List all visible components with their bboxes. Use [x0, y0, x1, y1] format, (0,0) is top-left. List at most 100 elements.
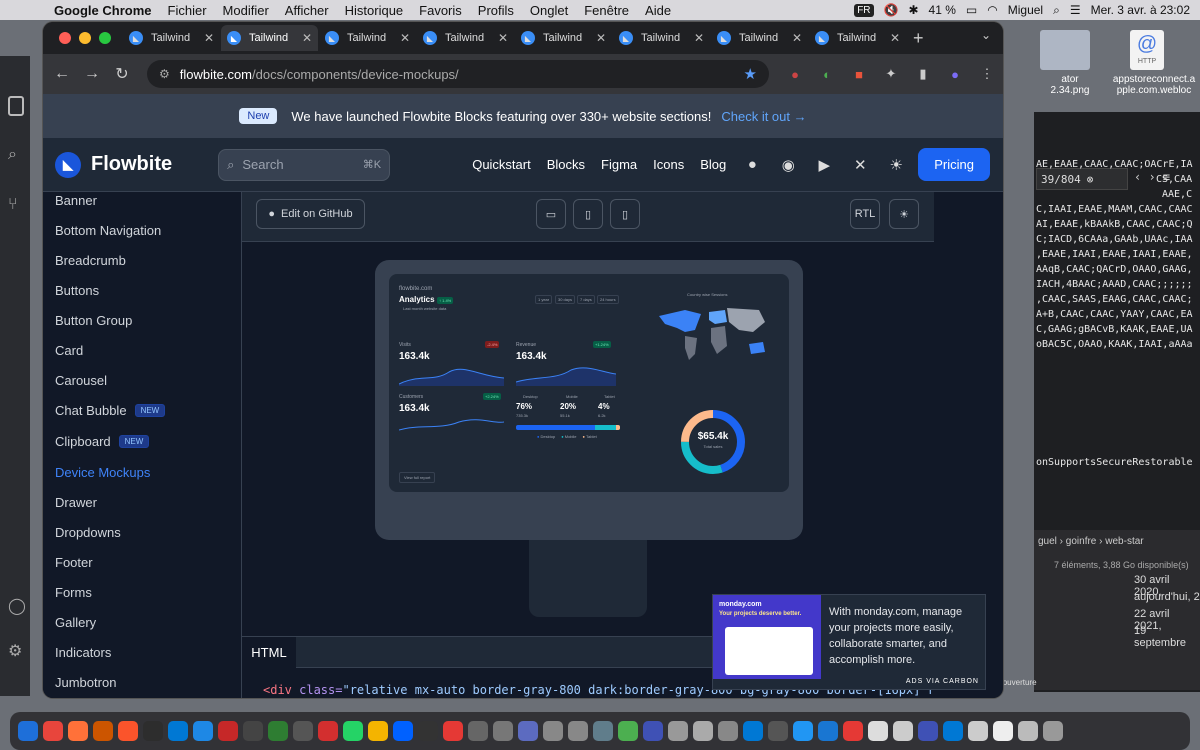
close-tab-icon[interactable]: ✕ — [204, 31, 214, 45]
sidebar-item-dropdowns[interactable]: Dropdowns — [55, 522, 121, 542]
nav-link-blog[interactable]: Blog — [700, 157, 726, 172]
dock-app-icon[interactable] — [243, 721, 263, 741]
nav-link-quickstart[interactable]: Quickstart — [472, 157, 531, 172]
site-logo[interactable]: ◣ Flowbite — [55, 151, 172, 178]
carbon-ad[interactable]: monday.com Your projects deserve better.… — [712, 594, 986, 690]
dock-app-icon[interactable] — [1018, 721, 1038, 741]
sidebar-item-clipboard[interactable]: Clipboard NEW — [55, 431, 150, 451]
close-tab-icon[interactable]: ✕ — [498, 31, 508, 45]
x-twitter-icon[interactable]: ✕ — [850, 156, 870, 174]
desktop-file-label[interactable]: appstoreconnect.a pple.com.webloc — [1104, 74, 1200, 96]
image-file-icon[interactable] — [1040, 30, 1090, 70]
menu-item[interactable]: Fenêtre — [584, 3, 629, 18]
extensions-puzzle-icon[interactable]: ✦ — [877, 64, 905, 84]
control-center-icon[interactable]: ☰ — [1070, 3, 1081, 17]
sidebar-item-card[interactable]: Card — [55, 340, 83, 360]
close-tab-icon[interactable]: ✕ — [792, 31, 802, 45]
sidebar-item-breadcrumb[interactable]: Breadcrumb — [55, 250, 126, 270]
ad-image[interactable]: monday.com Your projects deserve better. — [713, 595, 821, 679]
dock-app-icon[interactable] — [843, 721, 863, 741]
dock-app-icon[interactable] — [768, 721, 788, 741]
finder-path-bar[interactable]: guel › goinfre › web-star — [1038, 536, 1144, 547]
search-input[interactable]: ⌕ Search ⌘K — [218, 148, 391, 181]
dock-app-icon[interactable] — [193, 721, 213, 741]
back-arrow-icon[interactable]: ← — [47, 65, 77, 83]
browser-tab[interactable]: ◣ Tailwind ✕ — [809, 25, 906, 51]
side-panel-icon[interactable]: ▮ — [909, 64, 937, 84]
extension-icon[interactable]: ■ — [845, 64, 873, 84]
more-menu-icon[interactable]: ⋮ — [973, 64, 1001, 84]
menu-item[interactable]: Afficher — [285, 3, 329, 18]
sidebar-item-carousel[interactable]: Carousel — [55, 370, 107, 390]
theme-toggle-sun-icon[interactable]: ☀ — [886, 156, 906, 174]
extension-icon[interactable]: ◐ — [813, 64, 841, 84]
sidebar-item-jumbotron[interactable]: Jumbotron — [55, 672, 116, 692]
site-info-icon[interactable]: ⚙ — [159, 67, 170, 81]
reload-icon[interactable]: ↻ — [107, 64, 137, 84]
sidebar-item-drawer[interactable]: Drawer — [55, 492, 97, 512]
sidebar-item-button-group[interactable]: Button Group — [55, 310, 132, 330]
dock-app-icon[interactable] — [393, 721, 413, 741]
close-tab-icon[interactable]: ✕ — [890, 31, 900, 45]
sidebar-item-chat-bubble[interactable]: Chat Bubble NEW — [55, 400, 166, 420]
search-icon[interactable]: ⌕ — [1053, 3, 1060, 18]
sidebar-item-buttons[interactable]: Buttons — [55, 280, 99, 300]
battery-percent[interactable]: 41 % — [929, 3, 956, 17]
user-name[interactable]: Miguel — [1008, 3, 1043, 17]
menu-item[interactable]: Modifier — [223, 3, 269, 18]
dock-app-icon[interactable] — [993, 721, 1013, 741]
dock-app-icon[interactable] — [743, 721, 763, 741]
edit-on-github-button[interactable]: ● Edit on GitHub — [256, 199, 365, 229]
menu-item[interactable]: Aide — [645, 3, 671, 18]
dock-app-icon[interactable] — [718, 721, 738, 741]
browser-tab[interactable]: ◣ Tailwind ✕ — [319, 25, 416, 51]
dock-app-icon[interactable] — [893, 721, 913, 741]
menu-item[interactable]: Favoris — [419, 3, 462, 18]
nav-link-blocks[interactable]: Blocks — [547, 157, 585, 172]
desktop-view-button[interactable]: ▭ — [536, 199, 566, 229]
browser-tab[interactable]: ◣ Tailwind ✕ — [711, 25, 808, 51]
dock-app-icon[interactable] — [118, 721, 138, 741]
sidebar-item-bottom-navigation[interactable]: Bottom Navigation — [55, 220, 161, 240]
dock-app-icon[interactable] — [818, 721, 838, 741]
close-tab-icon[interactable]: ✕ — [596, 31, 606, 45]
address-bar[interactable]: ⚙ flowbite.com/docs/components/device-mo… — [147, 60, 769, 88]
tab-html[interactable]: HTML — [242, 637, 296, 668]
dock-app-icon[interactable] — [43, 721, 63, 741]
input-source-badge[interactable]: FR — [854, 3, 874, 17]
rtl-button[interactable]: RTL — [850, 199, 880, 229]
browser-tab[interactable]: ◣ Tailwind ✕ — [123, 25, 220, 51]
close-tab-icon[interactable]: ✕ — [694, 31, 704, 45]
profile-avatar-icon[interactable]: ● — [941, 64, 969, 84]
zoom-window-button[interactable] — [99, 32, 111, 44]
dock-app-icon[interactable] — [668, 721, 688, 741]
bluetooth-icon[interactable]: ✱ — [908, 3, 918, 17]
bookmark-star-icon[interactable]: ★ — [744, 65, 757, 83]
dock-app-icon[interactable] — [368, 721, 388, 741]
forward-arrow-icon[interactable]: → — [77, 65, 107, 83]
github-icon[interactable]: ● — [742, 156, 762, 173]
search-icon[interactable]: ⌕ — [8, 146, 17, 164]
dock-app-icon[interactable] — [868, 721, 888, 741]
dock-app-icon[interactable] — [168, 721, 188, 741]
menu-item[interactable]: Fichier — [168, 3, 207, 18]
dock-app-icon[interactable] — [1043, 721, 1063, 741]
browser-tab[interactable]: ◣ Tailwind ✕ — [221, 25, 318, 51]
dock-app-icon[interactable] — [493, 721, 513, 741]
mute-icon[interactable]: 🔇 — [884, 3, 899, 17]
extension-icon[interactable]: ● — [781, 64, 809, 84]
dock-app-icon[interactable] — [543, 721, 563, 741]
close-window-button[interactable] — [59, 32, 71, 44]
clock[interactable]: Mer. 3 avr. à 23:02 — [1091, 3, 1190, 17]
dock-app-icon[interactable] — [293, 721, 313, 741]
menu-item[interactable]: Historique — [345, 3, 404, 18]
ads-via-carbon[interactable]: ADS VIA CARBON — [906, 678, 979, 685]
dock-app-icon[interactable] — [343, 721, 363, 741]
close-tab-icon[interactable]: ✕ — [302, 31, 312, 45]
dock-app-icon[interactable] — [693, 721, 713, 741]
dock-app-icon[interactable] — [143, 721, 163, 741]
menu-item[interactable]: Profils — [478, 3, 514, 18]
dock-app-icon[interactable] — [918, 721, 938, 741]
nav-link-icons[interactable]: Icons — [653, 157, 684, 172]
dock-app-icon[interactable] — [943, 721, 963, 741]
